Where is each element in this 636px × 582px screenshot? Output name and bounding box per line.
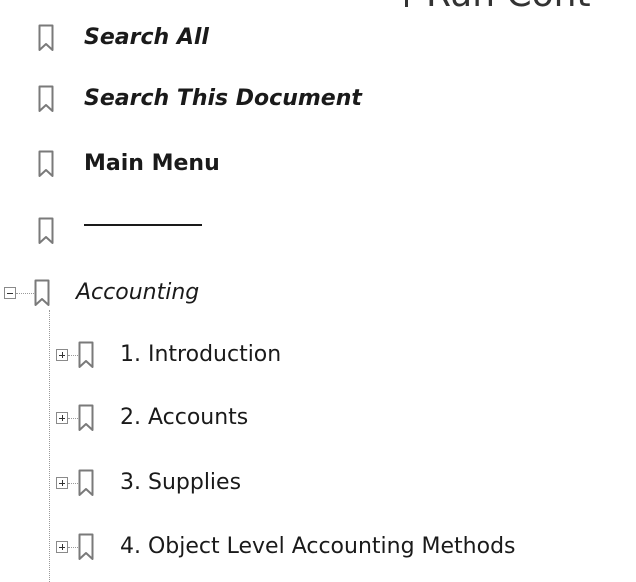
tree-connector <box>68 354 78 356</box>
expand-icon[interactable] <box>56 477 68 489</box>
bookmark-main-menu-label: Main Menu <box>84 151 220 176</box>
bookmark-separator[interactable] <box>38 211 202 251</box>
expand-icon[interactable] <box>56 349 68 361</box>
tree-connector <box>16 292 34 294</box>
tree-connector-line <box>49 310 50 582</box>
bookmark-search-this-document[interactable]: Search This Document <box>38 79 362 119</box>
bookmark-accounts-label: 2. Accounts <box>120 405 249 430</box>
bookmark-object-level-accounting-methods[interactable]: 4. Object Level Accounting Methods <box>56 527 516 567</box>
bookmark-icon <box>38 24 54 51</box>
expand-icon[interactable] <box>56 412 68 424</box>
bookmark-accounting-label: Accounting <box>76 280 200 305</box>
bookmark-icon <box>38 85 54 112</box>
partial-header-tick <box>405 0 408 7</box>
tree-connector <box>68 546 78 548</box>
bookmark-accounts[interactable]: 2. Accounts <box>56 398 248 438</box>
bookmark-supplies-label: 3. Supplies <box>120 470 242 495</box>
bookmark-search-this-document-label: Search This Document <box>84 86 362 111</box>
tree-connector <box>68 482 78 484</box>
bookmark-icon <box>78 533 94 560</box>
bookmark-introduction-label: 1. Introduction <box>120 342 282 367</box>
separator-line <box>84 224 202 226</box>
bookmark-icon <box>78 404 94 431</box>
bookmark-icon <box>38 150 54 177</box>
tree-connector <box>68 417 78 419</box>
bookmark-introduction[interactable]: 1. Introduction <box>56 335 281 375</box>
bookmark-icon <box>78 469 94 496</box>
bookmark-search-all[interactable]: Search All <box>38 18 209 58</box>
expand-icon[interactable] <box>56 541 68 553</box>
bookmark-main-menu[interactable]: Main Menu <box>38 144 220 184</box>
partial-header-label: Run Cont <box>426 0 591 15</box>
bookmark-accounting[interactable]: Accounting <box>4 273 199 313</box>
bookmark-supplies[interactable]: 3. Supplies <box>56 463 241 503</box>
bookmark-icon <box>38 217 54 244</box>
collapse-icon[interactable] <box>4 287 16 299</box>
bookmark-search-all-label: Search All <box>84 25 209 50</box>
bookmark-icon <box>78 341 94 368</box>
partial-header-text: Run Cont <box>405 0 591 15</box>
bookmark-object-level-accounting-methods-label: 4. Object Level Accounting Methods <box>120 534 516 559</box>
bookmark-icon <box>34 279 50 306</box>
